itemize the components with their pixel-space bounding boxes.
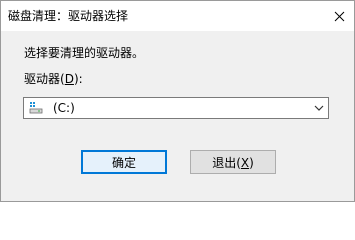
dialog-body: 选择要清理的驱动器。 驱动器(D): (C:) 确定 退出(X) <box>1 31 354 201</box>
ok-button-label: 确定 <box>111 155 136 170</box>
title-bar: 磁盘清理：驱动器选择 <box>1 1 354 31</box>
instruction-text: 选择要清理的驱动器。 <box>24 46 145 60</box>
exit-label-suffix: ) <box>249 155 254 170</box>
close-button[interactable] <box>324 1 354 31</box>
drive-icon <box>29 102 43 114</box>
drive-label-suffix: ): <box>73 72 83 86</box>
drive-select[interactable]: (C:) <box>23 97 329 119</box>
drive-label-mnemonic: D <box>64 72 74 86</box>
ok-button[interactable]: 确定 <box>81 150 167 174</box>
selected-drive-value: (C:) <box>53 101 75 115</box>
close-icon <box>334 11 344 21</box>
exit-button[interactable]: 退出(X) <box>190 150 276 174</box>
dialog-window: 磁盘清理：驱动器选择 选择要清理的驱动器。 驱动器(D): (C:) 确定 退出… <box>0 0 355 202</box>
drive-label: 驱动器(D): <box>24 71 83 87</box>
chevron-down-icon[interactable] <box>314 104 324 112</box>
exit-label-prefix: 退出( <box>212 155 241 170</box>
window-title: 磁盘清理：驱动器选择 <box>8 9 129 23</box>
exit-label-mnemonic: X <box>240 155 250 170</box>
drive-label-prefix: 驱动器( <box>24 72 65 86</box>
exit-button-label: 退出(X) <box>212 154 254 171</box>
